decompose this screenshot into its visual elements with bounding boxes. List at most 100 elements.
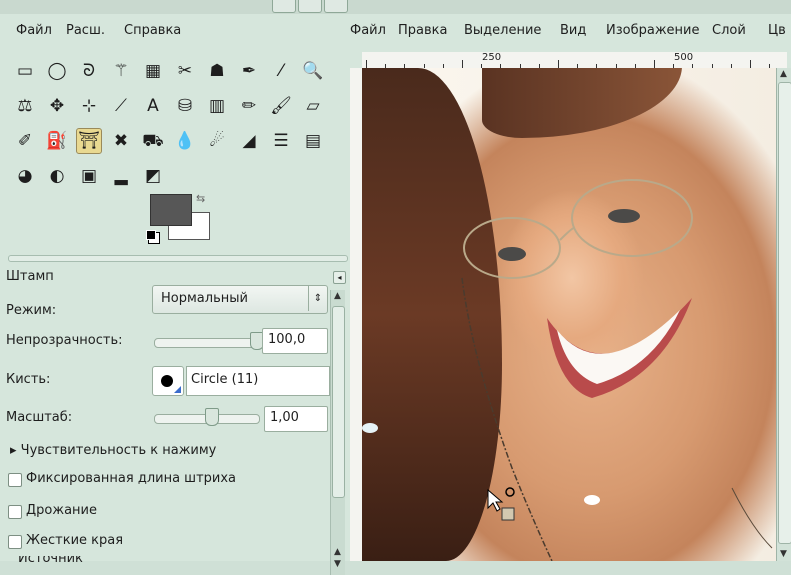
move-icon[interactable]: ✥ [44,93,70,119]
ruler-label: 250 [482,52,502,63]
ink-icon[interactable]: ⛽ [44,128,70,154]
dust-spot [584,495,600,505]
menu-file[interactable]: Файл [350,23,386,38]
heal-icon[interactable]: ✖ [108,128,134,154]
menu-view[interactable]: Вид [560,23,586,38]
menu-select[interactable]: Выделение [464,23,541,38]
text-icon[interactable]: A [140,93,166,119]
mode-select[interactable]: Нормальный ⇕ [152,285,328,314]
levels-icon[interactable]: ☰ [268,128,294,154]
clone-icon[interactable]: ⛩ [76,128,102,154]
forbidden-icon [505,487,515,497]
mouse-pointer-icon [487,488,504,512]
menu-help[interactable]: Справка [124,23,181,38]
glasses-bridge [559,227,575,241]
color-swatches: ⇆ [146,192,216,246]
paintbrush-icon[interactable]: 🖌 [268,93,294,119]
brush-name-field[interactable]: Circle (11) [186,366,330,396]
mode-label: Режим: [6,303,57,318]
options-scrollbar[interactable]: ▲ ▲ ▼ [330,290,345,575]
color-picker-icon[interactable]: ⁄ [268,58,294,84]
opacity-slider[interactable] [154,338,258,348]
options-scroll-thumb[interactable] [332,306,345,498]
tone-icon[interactable]: ◩ [140,163,166,189]
airbrush-icon[interactable]: ✐ [12,128,38,154]
window-button[interactable] [272,0,296,13]
smudge-icon[interactable]: ☄ [204,128,230,154]
blend-icon[interactable]: ▥ [204,93,230,119]
ruler-tick [462,60,463,68]
window-button[interactable] [324,0,348,13]
brush-preview-button[interactable] [152,366,184,396]
panel-menu-icon[interactable]: ◂ [333,271,346,284]
brush-circle-icon [161,375,173,387]
scroll-down-icon[interactable]: ▼ [331,558,344,570]
horizontal-ruler[interactable]: 250 500 [362,52,787,69]
curves-icon[interactable]: ▤ [300,128,326,154]
eye-left [498,247,526,261]
crop-icon[interactable]: ⟋ [108,93,134,119]
pressure-expander[interactable]: ▸ Чувствительность к нажиму [10,443,216,458]
perspective-clone-icon[interactable]: ⛟ [140,128,166,154]
opacity-spinbox[interactable]: 100,0 [262,328,328,354]
crack-line [731,487,773,549]
rect-select-icon[interactable]: ▭ [12,58,38,84]
fuzzy-select-icon[interactable]: ⚚ [108,58,134,84]
jitter-checkbox[interactable] [8,505,22,519]
align-icon[interactable]: ⊹ [76,93,102,119]
screenshot-icon[interactable]: ▣ [76,163,102,189]
hue-icon[interactable]: ◐ [44,163,70,189]
jitter-label: Дрожание [26,503,97,518]
source-label: Источник [18,556,83,564]
clone-cursor-icon [501,507,515,521]
lasso-icon[interactable]: ᘐ [76,58,102,84]
default-colors-icon[interactable] [146,230,156,240]
scroll-up-icon[interactable]: ▲ [331,290,344,302]
hard-edges-checkbox[interactable] [8,535,22,549]
histogram-icon[interactable]: ▂ [108,163,134,189]
scale-slider-handle[interactable] [205,408,220,426]
image-canvas[interactable] [362,68,776,561]
menu-edit[interactable]: Правка [398,23,447,38]
color-balance-icon[interactable]: ◕ [12,163,38,189]
scissors-icon[interactable]: ✂ [172,58,198,84]
dodge-burn-icon[interactable]: ◢ [236,128,262,154]
foreground-select-icon[interactable]: ☗ [204,58,230,84]
eraser-icon[interactable]: ▱ [300,93,326,119]
menu-extensions[interactable]: Расш. [66,23,105,38]
photo-overlay [362,179,773,561]
image-vertical-scrollbar[interactable]: ▲ ▼ [776,68,791,561]
menu-image[interactable]: Изображение [606,23,699,38]
swap-colors-icon[interactable]: ⇆ [196,192,205,205]
scroll-up-icon[interactable]: ▲ [331,546,344,558]
brush-label: Кисть: [6,372,51,387]
opacity-value: 100,0 [268,332,306,347]
color-select-icon[interactable]: ▦ [140,58,166,84]
mode-value: Нормальный [161,291,248,306]
menu-colors[interactable]: Цв [768,23,786,38]
ruler-tick [750,60,751,68]
chevron-updown-icon: ⇕ [308,286,327,311]
tool-options-title: Штамп [6,269,54,284]
scale-spinbox[interactable]: 1,00 [264,406,328,432]
pencil-icon[interactable]: ✏ [236,93,262,119]
scroll-up-icon[interactable]: ▲ [777,68,790,80]
window-button[interactable] [298,0,322,13]
menu-file[interactable]: Файл [16,23,52,38]
zoom-icon[interactable]: 🔍 [300,58,326,84]
opacity-label: Непрозрачность: [6,333,123,348]
ellipse-select-icon[interactable]: ◯ [44,58,70,84]
paths-icon[interactable]: ✒ [236,58,262,84]
bucket-fill-icon[interactable]: ⛁ [172,93,198,119]
measure-icon[interactable]: ⚖ [12,93,38,119]
fixed-stroke-checkbox[interactable] [8,473,22,487]
foreground-color[interactable] [150,194,192,226]
toolbox-panel: Файл Расш. Справка ▭ ◯ ᘐ ⚚ ▦ ✂ ☗ ✒ ⁄ 🔍 ⚖ ✥ ⊹ ⟋ A ⛁ ▥ ✏ 🖌 ▱ ✐… [0,14,351,575]
panel-divider[interactable] [8,255,348,262]
menu-layer[interactable]: Слой [712,23,746,38]
brush-corner-icon [174,386,181,393]
toolbox-menubar: Файл Расш. Справка [0,14,350,48]
scroll-down-icon[interactable]: ▼ [777,548,790,560]
blur-icon[interactable]: 💧 [172,128,198,154]
image-scroll-thumb[interactable] [778,82,791,544]
